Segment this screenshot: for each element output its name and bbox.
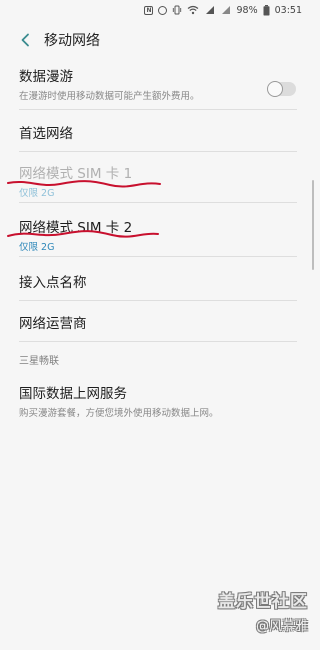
apn-label: 接入点名称 (19, 275, 87, 291)
app-bar: 移动网络 (0, 23, 316, 57)
data-roaming-row[interactable]: 数据漫游 在漫游时使用移动数据可能产生额外费用。 (0, 65, 316, 113)
watermark-user: @风慕雅 (255, 619, 308, 634)
network-mode-sim2-label: 网络模式 SIM 卡 2 (19, 220, 133, 236)
signal-icon (204, 5, 215, 15)
signal-sim2-icon (220, 5, 231, 15)
network-mode-sim1-label: 网络模式 SIM 卡 1 (19, 166, 133, 182)
watermark: 盖乐世社区 @风慕雅 (218, 587, 308, 634)
divider (19, 256, 297, 257)
network-operator-label: 网络运营商 (19, 316, 87, 332)
intl-data-service-desc: 购买漫游套餐，方便您境外使用移动数据上网。 (19, 408, 219, 419)
divider (19, 151, 297, 152)
preferred-network-row[interactable]: 首选网络 (0, 122, 316, 142)
intl-data-service-label: 国际数据上网服务 (19, 386, 127, 402)
network-operator-row[interactable]: 网络运营商 (0, 312, 316, 332)
network-mode-sim2-value: 仅限 2G (19, 242, 55, 253)
watermark-brand: 盖乐世社区 (218, 592, 308, 612)
alarm-icon (158, 5, 168, 15)
network-mode-sim2-row[interactable]: 网络模式 SIM 卡 2 仅限 2G (0, 216, 316, 253)
battery-icon (263, 4, 270, 16)
preferred-network-label: 首选网络 (19, 126, 73, 142)
network-mode-sim1-value: 仅限 2G (19, 188, 55, 199)
back-button[interactable] (14, 29, 36, 51)
network-mode-sim1-row: 网络模式 SIM 卡 1 仅限 2G (0, 162, 316, 199)
nfc-icon: N (144, 5, 154, 15)
scrollbar[interactable] (312, 180, 314, 270)
battery-percent: 98% (236, 4, 258, 16)
page-title: 移动网络 (44, 33, 100, 49)
chevron-left-icon (21, 33, 29, 47)
wifi-icon (187, 5, 199, 15)
intl-data-service-row[interactable]: 国际数据上网服务 购买漫游套餐，方便您境外使用移动数据上网。 (0, 382, 316, 419)
status-time: 03:51 (274, 4, 302, 16)
apn-row[interactable]: 接入点名称 (0, 271, 316, 291)
toggle-knob (267, 81, 283, 97)
data-roaming-toggle[interactable] (267, 81, 296, 97)
divider (19, 341, 297, 342)
divider (19, 202, 297, 203)
vibrate-icon (172, 5, 182, 15)
divider (19, 109, 297, 110)
divider (19, 300, 297, 301)
status-bar: N 98% 03:51 (0, 0, 316, 20)
section-header-samsung: 三星畅联 (19, 356, 59, 367)
